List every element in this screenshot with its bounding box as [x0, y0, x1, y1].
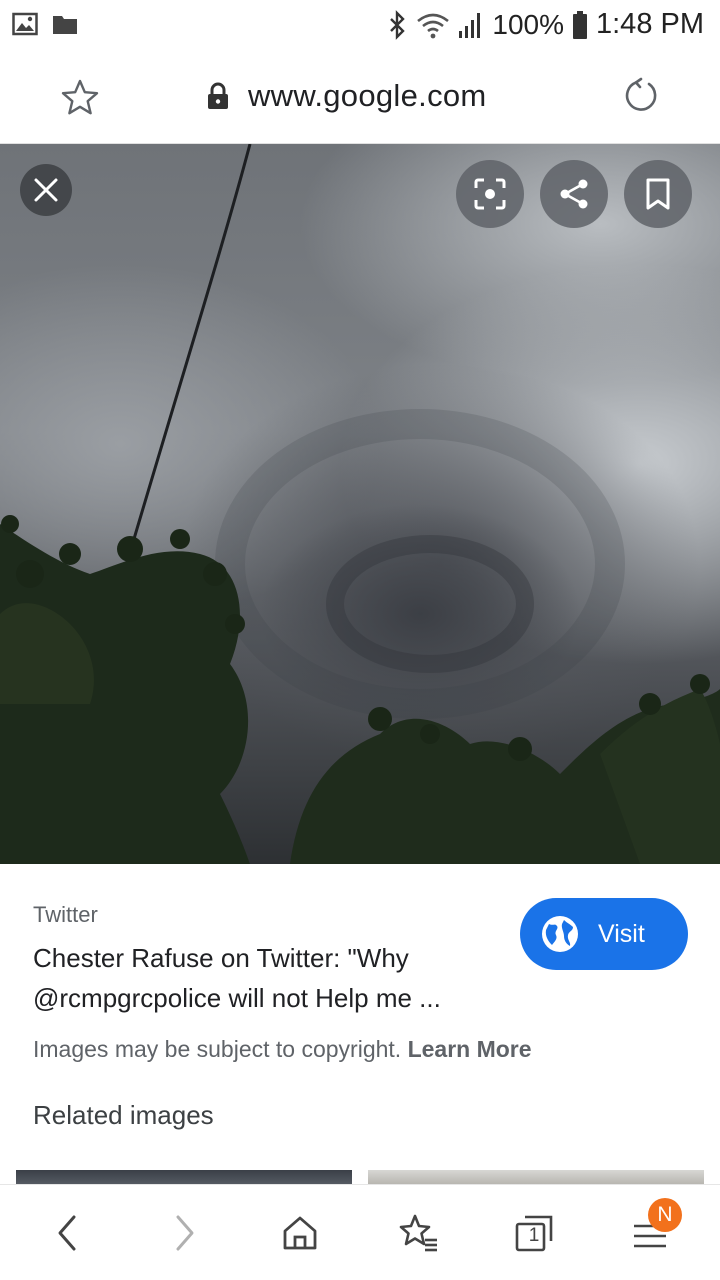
globe-icon [542, 916, 578, 952]
forward-icon [176, 1215, 194, 1251]
bookmark-icon [646, 178, 670, 210]
source-name: Twitter [33, 902, 98, 927]
status-right: 100% 1:48 PM [388, 8, 704, 41]
bottom-navigation: 1 [0, 1184, 720, 1280]
url-bar: www.google.com [0, 50, 720, 144]
gallery-icon [12, 12, 38, 36]
back-button[interactable] [40, 1209, 96, 1257]
bookmarks-icon [399, 1214, 437, 1252]
share-button[interactable] [540, 160, 608, 228]
result-title[interactable]: Chester Rafuse on Twitter: "Why @rcmpgrc… [33, 938, 503, 1018]
reload-icon [625, 77, 657, 111]
battery-percent: 100% [492, 8, 564, 40]
bookmark-star-button[interactable] [60, 78, 100, 121]
visit-button[interactable]: Visit [520, 898, 688, 970]
share-icon [560, 179, 588, 209]
status-time: 1:48 PM [596, 8, 704, 40]
url-text: www.google.com [248, 78, 487, 113]
copyright-notice: Images may be subject to copyright. Lear… [33, 1036, 532, 1063]
notification-badge: N [648, 1198, 682, 1232]
status-bar: 100% 1:48 PM [0, 0, 720, 50]
visit-label: Visit [598, 919, 645, 948]
signal-icon [459, 12, 481, 38]
home-button[interactable] [272, 1209, 328, 1257]
lock-icon [208, 82, 228, 109]
back-icon [58, 1215, 76, 1251]
save-button[interactable] [624, 160, 692, 228]
home-icon [283, 1216, 317, 1250]
related-images-heading: Related images [33, 1100, 214, 1130]
lens-button[interactable] [456, 160, 524, 228]
star-icon [61, 79, 99, 115]
storm-cloud-image [0, 144, 720, 864]
folder-icon [53, 16, 77, 34]
tabs-button[interactable]: 1 [506, 1209, 562, 1257]
result-info-panel: Twitter Chester Rafuse on Twitter: "Why … [0, 866, 720, 1184]
learn-more-link[interactable]: Learn More [408, 1036, 532, 1062]
copyright-text: Images may be subject to copyright. [33, 1036, 402, 1062]
battery-icon [573, 10, 587, 39]
bookmarks-button[interactable] [390, 1209, 446, 1257]
related-image-thumbnail[interactable] [368, 1170, 704, 1184]
close-button[interactable] [20, 164, 72, 216]
forward-button[interactable] [156, 1209, 212, 1257]
related-image-thumbnail[interactable] [16, 1170, 352, 1184]
close-icon [34, 178, 58, 202]
lens-icon [474, 178, 506, 210]
status-left [12, 12, 78, 36]
reload-button[interactable] [620, 76, 660, 121]
wifi-icon [417, 13, 450, 38]
image-viewer[interactable] [0, 144, 720, 864]
address-field[interactable]: www.google.com [206, 78, 487, 114]
tab-count: 1 [528, 1225, 540, 1246]
bluetooth-icon [390, 9, 406, 40]
